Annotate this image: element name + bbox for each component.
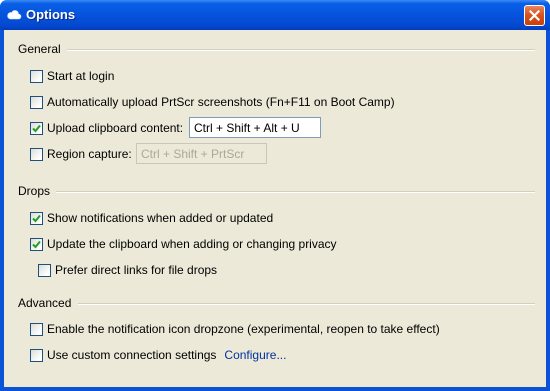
prefer-direct-links-checkbox[interactable] xyxy=(38,263,51,277)
cloud-icon xyxy=(6,7,22,23)
configure-link[interactable]: Configure... xyxy=(224,348,286,362)
checkmark-icon xyxy=(32,214,41,222)
upload-clipboard-option[interactable]: Upload clipboard content: xyxy=(30,120,183,136)
custom-connection-option[interactable]: Use custom connection settings Configure… xyxy=(30,347,286,363)
region-capture-option[interactable]: Region capture: xyxy=(30,146,132,162)
window-title: Options xyxy=(26,7,76,22)
upload-clipboard-checkbox[interactable] xyxy=(30,121,43,135)
section-title-advanced: Advanced xyxy=(18,296,72,310)
custom-connection-label: Use custom connection settings xyxy=(47,348,217,362)
section-title-general: General xyxy=(18,42,61,56)
prefer-direct-links-option[interactable]: Prefer direct links for file drops xyxy=(38,262,217,278)
region-capture-shortcut-field: Ctrl + Shift + PrtScr xyxy=(136,143,267,164)
auto-upload-prtscr-label: Automatically upload PrtScr screenshots … xyxy=(47,95,395,109)
upload-clipboard-label: Upload clipboard content: xyxy=(47,121,184,135)
show-notifications-label: Show notifications when added or updated xyxy=(47,211,274,225)
notification-dropzone-label: Enable the notification icon dropzone (e… xyxy=(47,322,440,336)
update-clipboard-checkbox[interactable] xyxy=(30,237,43,251)
close-button[interactable] xyxy=(524,5,545,26)
checkmark-icon xyxy=(32,124,41,132)
options-window: Options General Start at login Automatic… xyxy=(0,0,550,391)
update-clipboard-label: Update the clipboard when adding or chan… xyxy=(47,237,337,251)
region-capture-checkbox[interactable] xyxy=(30,147,43,161)
update-clipboard-option[interactable]: Update the clipboard when adding or chan… xyxy=(30,236,337,252)
title-bar[interactable]: Options xyxy=(0,0,550,30)
show-notifications-option[interactable]: Show notifications when added or updated xyxy=(30,210,273,226)
auto-upload-prtscr-option[interactable]: Automatically upload PrtScr screenshots … xyxy=(30,94,395,110)
section-divider-advanced xyxy=(78,303,535,305)
region-capture-label: Region capture: xyxy=(47,147,132,161)
custom-connection-checkbox[interactable] xyxy=(30,348,43,362)
start-at-login-option[interactable]: Start at login xyxy=(30,68,114,84)
start-at-login-label: Start at login xyxy=(47,69,115,83)
notification-dropzone-checkbox[interactable] xyxy=(30,322,43,336)
section-divider-general xyxy=(67,49,535,51)
section-title-drops: Drops xyxy=(18,184,51,198)
section-divider-drops xyxy=(56,191,535,193)
options-panel: General Start at login Automatically upl… xyxy=(4,30,546,387)
checkmark-icon xyxy=(32,240,41,248)
start-at-login-checkbox[interactable] xyxy=(30,69,43,83)
auto-upload-prtscr-checkbox[interactable] xyxy=(30,95,43,109)
show-notifications-checkbox[interactable] xyxy=(30,211,43,225)
upload-clipboard-shortcut-field[interactable]: Ctrl + Shift + Alt + U xyxy=(189,117,321,138)
close-icon xyxy=(529,10,540,21)
prefer-direct-links-label: Prefer direct links for file drops xyxy=(55,263,218,277)
notification-dropzone-option[interactable]: Enable the notification icon dropzone (e… xyxy=(30,321,440,337)
